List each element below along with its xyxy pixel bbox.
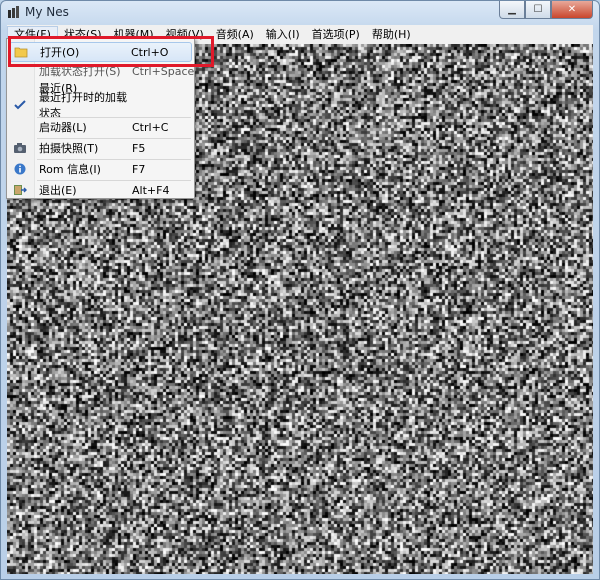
menu-item-load-state-on-recent[interactable]: 最近打开时的加载状态 xyxy=(9,95,192,115)
minimize-button[interactable]: ▁ xyxy=(499,1,525,19)
menu-item-launcher[interactable]: 启动器(L) Ctrl+C xyxy=(9,117,192,137)
menu-input[interactable]: 输入(I) xyxy=(260,26,306,43)
maximize-button[interactable]: ☐ xyxy=(525,1,551,19)
title-bar[interactable]: My Nes ▁ ☐ ✕ xyxy=(1,1,599,23)
menu-item-label: 拍摄快照(T) xyxy=(39,140,132,156)
menu-item-label: 退出(E) xyxy=(39,182,132,198)
menu-item-shortcut: Ctrl+C xyxy=(132,121,192,134)
menu-item-label: 打开(O) xyxy=(40,44,131,60)
exit-icon xyxy=(9,180,31,200)
close-button[interactable]: ✕ xyxy=(551,1,593,19)
menu-audio[interactable]: 音频(A) xyxy=(210,26,260,43)
menu-item-exit[interactable]: 退出(E) Alt+F4 xyxy=(9,180,192,200)
menu-item-shortcut: F7 xyxy=(132,163,192,176)
menu-item-shortcut: F5 xyxy=(132,142,192,155)
maximize-icon: ☐ xyxy=(534,4,543,15)
menu-item-shortcut: Alt+F4 xyxy=(132,184,192,197)
minimize-icon: ▁ xyxy=(508,4,516,15)
app-icon xyxy=(7,5,21,19)
camera-icon xyxy=(9,138,31,158)
menu-item-shortcut: Ctrl+Space xyxy=(132,65,192,78)
window-title: My Nes xyxy=(25,5,69,19)
menu-item-rom-info[interactable]: Rom 信息(I) F7 xyxy=(9,159,192,179)
menu-item-shortcut: Ctrl+O xyxy=(131,46,191,59)
folder-icon xyxy=(10,42,32,62)
menu-item-open[interactable]: 打开(O) Ctrl+O xyxy=(9,42,192,62)
menu-item-label: Rom 信息(I) xyxy=(39,161,132,177)
close-icon: ✕ xyxy=(568,4,576,15)
menu-help[interactable]: 帮助(H) xyxy=(366,26,417,43)
checkmark-icon xyxy=(9,95,31,115)
file-menu-dropdown: 打开(O) Ctrl+O 加载状态打开(S) Ctrl+Space 最近(R) … xyxy=(6,38,195,199)
menu-item-label: 加载状态打开(S) xyxy=(39,63,132,79)
info-icon xyxy=(9,159,31,179)
menu-item-snapshot[interactable]: 拍摄快照(T) F5 xyxy=(9,138,192,158)
menu-item-label: 启动器(L) xyxy=(39,119,132,135)
menu-preferences[interactable]: 首选项(P) xyxy=(306,26,366,43)
